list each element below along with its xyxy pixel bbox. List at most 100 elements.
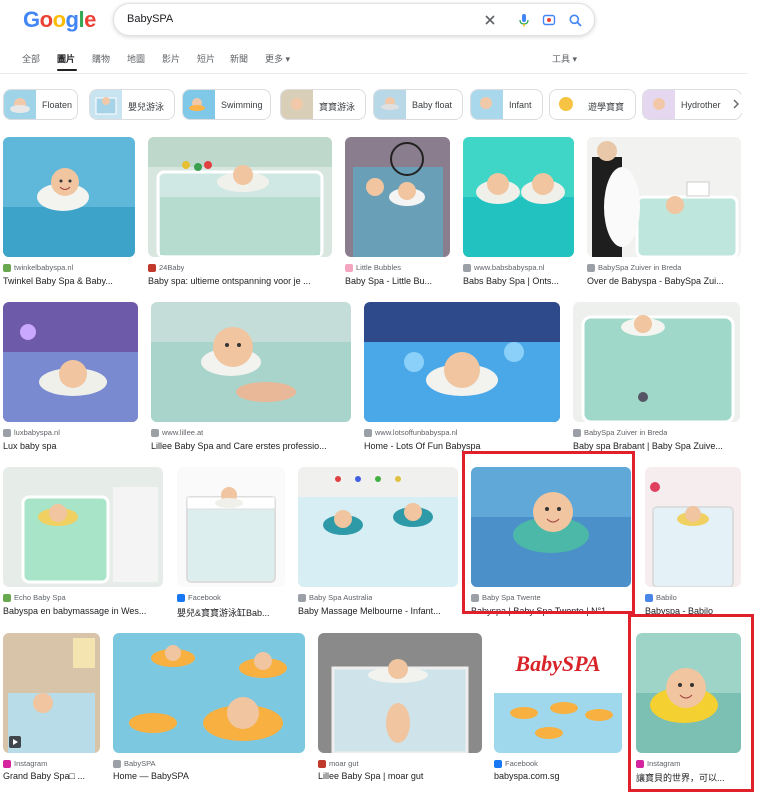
tools-button[interactable]: 工具 ▾ <box>552 52 577 65</box>
image-result[interactable]: BabySpa Zuiver in Breda Baby spa Brabant… <box>573 302 740 457</box>
result-thumbnail[interactable] <box>3 467 163 587</box>
chip-study-baby-zh[interactable]: 遊學寶寶 <box>549 89 636 120</box>
lens-icon[interactable] <box>539 10 559 30</box>
result-source-text: Instagram <box>14 759 48 768</box>
result-source-text: Babilo <box>656 593 677 602</box>
search-input[interactable]: BabySPA <box>127 13 173 25</box>
tab-shopping[interactable]: 購物 <box>92 52 110 65</box>
result-thumbnail[interactable] <box>364 302 560 422</box>
logo-letter: e <box>84 7 96 32</box>
chip-label: Baby float <box>412 100 453 110</box>
result-title[interactable]: Home - Lots Of Fun Babyspa <box>364 441 558 451</box>
result-title[interactable]: Baby spa: ultieme ontspanning voor je ..… <box>148 276 330 286</box>
chip-label: Infant <box>509 100 532 110</box>
result-title[interactable]: Home — BabySPA <box>113 771 303 781</box>
result-title[interactable]: Baby Massage Melbourne - Infant... <box>298 606 456 616</box>
clear-icon[interactable] <box>480 10 500 30</box>
result-thumbnail[interactable] <box>645 467 741 587</box>
site-favicon-icon <box>148 263 156 272</box>
result-title[interactable]: Baby Spa - Little Bu... <box>345 276 448 286</box>
image-result[interactable]: 24Baby Baby spa: ultieme ontspanning voo… <box>148 137 332 292</box>
tab-more[interactable]: 更多 ▾ <box>265 52 290 65</box>
result-thumbnail[interactable] <box>573 302 740 422</box>
result-source: www.lillee.at <box>151 428 203 437</box>
result-thumbnail[interactable] <box>3 137 135 257</box>
result-title[interactable]: Twinkel Baby Spa & Baby... <box>3 276 133 286</box>
site-favicon-icon <box>177 593 185 602</box>
tab-images[interactable]: 圖片 <box>57 52 75 65</box>
chip-infant[interactable]: Infant <box>470 89 543 120</box>
image-result[interactable]: BabySpa Zuiver in Breda Over de Babyspa … <box>587 137 741 292</box>
tab-news[interactable]: 新聞 <box>230 52 248 65</box>
result-source-text: www.babsbabyspa.nl <box>474 263 545 272</box>
image-result[interactable]: BabySPA Home — BabySPA <box>113 633 305 783</box>
chip-baby-float[interactable]: Baby float <box>373 89 463 120</box>
image-result[interactable]: luxbabyspa.nl Lux baby spa <box>3 302 138 457</box>
result-title[interactable]: Lux baby spa <box>3 441 136 451</box>
site-favicon-icon <box>587 263 595 272</box>
image-result[interactable]: www.lillee.at Lillee Baby Spa and Care e… <box>151 302 351 457</box>
chip-swimming[interactable]: Swimming <box>182 89 271 120</box>
search-icon[interactable] <box>565 10 585 30</box>
result-source: luxbabyspa.nl <box>3 428 60 437</box>
result-thumbnail[interactable] <box>151 302 351 422</box>
image-result[interactable]: www.babsbabyspa.nl Babs Baby Spa | Onts.… <box>463 137 574 292</box>
microphone-icon[interactable] <box>514 10 534 30</box>
result-thumbnail[interactable] <box>345 137 450 257</box>
result-source-text: 24Baby <box>159 263 185 272</box>
tab-maps[interactable]: 地圖 <box>127 52 145 65</box>
result-thumbnail[interactable] <box>587 137 741 257</box>
image-result[interactable]: twinkelbabyspa.nl Twinkel Baby Spa & Bab… <box>3 137 135 292</box>
result-source: twinkelbabyspa.nl <box>3 263 73 272</box>
search-box[interactable]: BabySPA <box>113 3 595 36</box>
chevron-right-icon[interactable] <box>727 95 745 113</box>
chip-floaten[interactable]: Floaten <box>3 89 78 120</box>
result-thumbnail[interactable] <box>148 137 332 257</box>
result-thumbnail[interactable] <box>298 467 458 587</box>
tab-videos[interactable]: 影片 <box>162 52 180 65</box>
image-result[interactable]: Echo Baby Spa Babyspa en babymassage in … <box>3 467 163 622</box>
result-thumbnail[interactable] <box>3 302 138 422</box>
chip-thumbnail <box>4 90 36 119</box>
search-tabs: 全部 圖片 購物 地圖 影片 短片 新聞 更多 ▾ 工具 ▾ <box>0 50 757 72</box>
chip-baby-swim-zh[interactable]: 寶寶游泳 <box>280 89 366 120</box>
result-title[interactable]: Babs Baby Spa | Onts... <box>463 276 572 286</box>
tab-shorts[interactable]: 短片 <box>197 52 215 65</box>
result-source-text: luxbabyspa.nl <box>14 428 60 437</box>
tab-all[interactable]: 全部 <box>22 52 40 65</box>
highlight-box <box>628 614 754 792</box>
image-result[interactable]: BabySPA Facebook babyspa.com.sg <box>494 633 622 783</box>
image-result[interactable]: Babilo Babyspa - Babilo <box>645 467 741 622</box>
image-result[interactable]: Instagram Grand Baby Spa□ ... <box>3 633 100 783</box>
image-result[interactable]: Facebook 嬰兒&寶寶游泳缸Bab... <box>177 467 285 622</box>
result-title[interactable]: Over de Babyspa - BabySpa Zui... <box>587 276 739 286</box>
result-thumbnail[interactable] <box>318 633 482 753</box>
logo-letter: g <box>65 7 79 32</box>
image-result[interactable]: moar gut Lillee Baby Spa | moar gut <box>318 633 482 783</box>
google-logo[interactable]: Google <box>23 7 96 33</box>
result-thumbnail[interactable] <box>3 633 100 753</box>
result-source-text: www.lotsoffunbabyspa.nl <box>375 428 458 437</box>
result-thumbnail[interactable] <box>463 137 574 257</box>
chip-baby-swimming-zh[interactable]: 嬰兒游泳 <box>89 89 175 120</box>
result-title[interactable]: Lillee Baby Spa and Care erstes professi… <box>151 441 349 451</box>
result-thumbnail[interactable] <box>113 633 305 753</box>
result-source-text: Little Bubbles <box>356 263 402 272</box>
image-result[interactable]: Baby Spa Australia Baby Massage Melbourn… <box>298 467 458 622</box>
result-title[interactable]: babyspa.com.sg <box>494 771 620 781</box>
site-favicon-icon <box>364 428 372 437</box>
result-title[interactable]: 嬰兒&寶寶游泳缸Bab... <box>177 606 283 619</box>
result-title[interactable]: Grand Baby Spa□ ... <box>3 771 98 781</box>
babyspa-logo-text: BabySPA <box>514 651 600 676</box>
result-thumbnail[interactable] <box>177 467 285 587</box>
result-thumbnail[interactable]: BabySPA <box>494 633 622 753</box>
chip-thumbnail <box>90 90 122 119</box>
image-result[interactable]: www.lotsoffunbabyspa.nl Home - Lots Of F… <box>364 302 560 457</box>
chip-label: 寶寶游泳 <box>319 102 356 112</box>
result-title[interactable]: Babyspa en babymassage in Wes... <box>3 606 161 616</box>
divider <box>0 73 748 74</box>
result-title[interactable]: Lillee Baby Spa | moar gut <box>318 771 480 781</box>
image-result[interactable]: Little Bubbles Baby Spa - Little Bu... <box>345 137 450 292</box>
site-favicon-icon <box>318 759 326 768</box>
result-title[interactable]: Baby spa Brabant | Baby Spa Zuive... <box>573 441 738 451</box>
